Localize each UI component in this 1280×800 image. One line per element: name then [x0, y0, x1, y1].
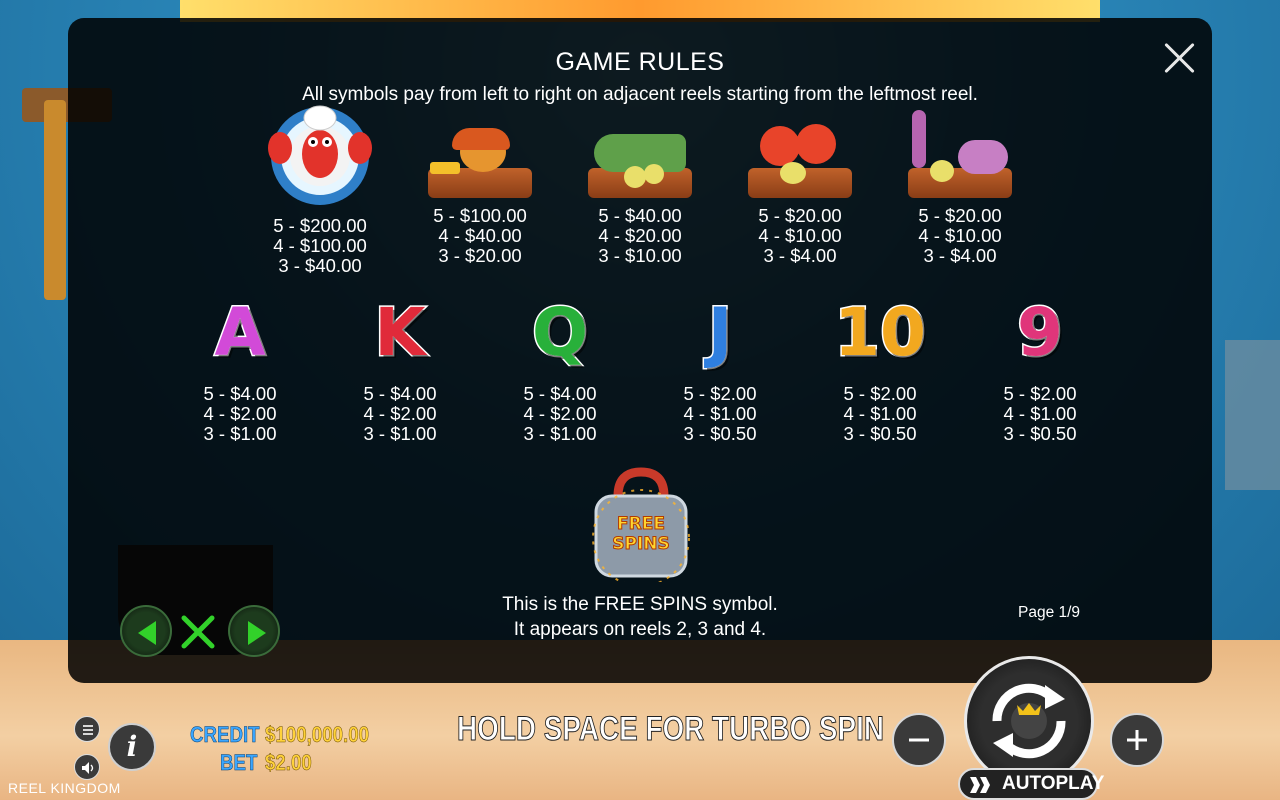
payout-line: 4 - $10.00	[918, 225, 1002, 246]
payout-line: 4 - $40.00	[438, 225, 522, 246]
payout-line: 5 - $2.00	[843, 383, 917, 404]
payout-line: 5 - $20.00	[758, 205, 842, 226]
credit-label: CREDIT	[190, 722, 260, 748]
fast-forward-icon	[970, 777, 990, 793]
payout-line: 3 - $4.00	[923, 245, 997, 266]
lobster-chef-icon	[264, 96, 376, 208]
payout-line: 3 - $1.00	[203, 423, 277, 444]
payout-line: 3 - $0.50	[1003, 423, 1077, 444]
prev-page-button[interactable]	[120, 605, 172, 657]
payout-line: 3 - $0.50	[683, 423, 757, 444]
payout-line: 4 - $10.00	[758, 225, 842, 246]
free-spins-logo-line: FREE	[617, 514, 666, 535]
turbo-spin-hint: HOLD SPACE FOR TURBO SPIN	[457, 710, 885, 749]
rules-subtitle: All symbols pay from left to right on ad…	[302, 84, 978, 105]
arrow-right-icon	[248, 621, 266, 645]
payout-line: 4 - $20.00	[598, 225, 682, 246]
symbol-card-crab-burger: 5 - $100.00 4 - $40.00 3 - $20.00	[415, 110, 545, 266]
letter-a-icon: A	[213, 293, 267, 373]
symbol-card-q: Q 5 - $4.00 4 - $2.00 3 - $1.00	[500, 290, 620, 444]
info-button[interactable]: i	[108, 723, 156, 771]
crab-burger-icon	[424, 110, 536, 200]
spin-arrows-icon	[992, 683, 1066, 759]
next-page-button[interactable]	[228, 605, 280, 657]
payout-line: 4 - $1.00	[1003, 403, 1077, 424]
symbol-card-shrimp: 5 - $20.00 4 - $10.00 3 - $4.00	[735, 110, 865, 266]
autoplay-button[interactable]: AUTOPLAY	[958, 768, 1104, 800]
letter-q-icon: Q	[530, 293, 589, 373]
payout-line: 4 - $2.00	[363, 403, 437, 424]
info-icon: i	[126, 730, 138, 763]
background-sandcastle	[1225, 340, 1280, 490]
letter-k-icon: K	[373, 293, 427, 373]
payout-line: 5 - $4.00	[523, 383, 597, 404]
payout-line: 4 - $1.00	[843, 403, 917, 424]
payout-line: 5 - $2.00	[683, 383, 757, 404]
payout-line: 3 - $0.50	[843, 423, 917, 444]
letter-j-icon: J	[706, 293, 734, 373]
payout-line: 4 - $1.00	[683, 403, 757, 424]
symbol-card-a: A 5 - $4.00 4 - $2.00 3 - $1.00	[180, 290, 300, 444]
payout-line: 5 - $4.00	[203, 383, 277, 404]
symbol-card-k: K 5 - $4.00 4 - $2.00 3 - $1.00	[340, 290, 460, 444]
symbol-card-9: 9 5 - $2.00 4 - $1.00 3 - $0.50	[980, 290, 1100, 444]
payout-line: 3 - $4.00	[763, 245, 837, 266]
shrimp-plate-icon	[744, 110, 856, 200]
plus-icon	[1127, 730, 1147, 750]
payout-line: 4 - $2.00	[203, 403, 277, 424]
symbol-card-fish: 5 - $40.00 4 - $20.00 3 - $10.00	[575, 110, 705, 266]
payout-line: 3 - $10.00	[598, 245, 682, 266]
payout-line: 5 - $20.00	[918, 205, 1002, 226]
increase-bet-button[interactable]	[1110, 713, 1164, 767]
payout-line: 4 - $100.00	[273, 235, 367, 256]
free-spins-logo-line: SPINS	[612, 534, 671, 555]
decrease-bet-button[interactable]	[892, 713, 946, 767]
octopus-plate-icon	[904, 110, 1016, 200]
spin-button[interactable]	[964, 656, 1094, 786]
payout-line: 3 - $1.00	[523, 423, 597, 444]
bet-label: BET	[220, 750, 258, 776]
payout-line: 5 - $40.00	[598, 205, 682, 226]
number-10-icon: 10	[833, 293, 928, 373]
payout-line: 5 - $4.00	[363, 383, 437, 404]
page-indicator: Page 1/9	[1018, 604, 1081, 621]
symbol-card-10: 10 5 - $2.00 4 - $1.00 3 - $0.50	[820, 290, 940, 444]
close-button[interactable]	[1158, 36, 1202, 80]
number-9-icon: 9	[1016, 293, 1065, 373]
free-spins-symbol-icon: FREE SPINS	[586, 466, 696, 582]
credit-value: $100,000.00	[265, 722, 369, 748]
menu-button[interactable]	[74, 716, 100, 742]
speaker-icon	[82, 762, 94, 774]
symbol-card-octopus: 5 - $20.00 4 - $10.00 3 - $4.00	[895, 110, 1025, 266]
free-spins-description: This is the FREE SPINS symbol.	[502, 594, 778, 615]
payout-line: 3 - $1.00	[363, 423, 437, 444]
arrow-left-icon	[138, 621, 156, 645]
symbol-card-lobster: 5 - $200.00 4 - $100.00 3 - $40.00	[255, 96, 385, 276]
symbol-card-j: J 5 - $2.00 4 - $1.00 3 - $0.50	[660, 290, 780, 444]
payout-line: 3 - $40.00	[278, 255, 362, 276]
payout-line: 5 - $2.00	[1003, 383, 1077, 404]
payout-line: 4 - $2.00	[523, 403, 597, 424]
payout-line: 3 - $20.00	[438, 245, 522, 266]
background-wooden-post	[44, 100, 66, 300]
close-rules-icon[interactable]	[178, 614, 218, 650]
hamburger-menu-icon	[83, 725, 93, 735]
brand-logo: REEL KINGDOM	[8, 780, 121, 796]
payout-line: 5 - $200.00	[273, 215, 367, 236]
autoplay-label: AUTOPLAY	[1002, 773, 1105, 794]
bet-value: $2.00	[265, 750, 312, 776]
page-title: GAME RULES	[555, 48, 725, 76]
payout-line: 5 - $100.00	[433, 205, 527, 226]
sound-button[interactable]	[74, 754, 100, 780]
fish-plate-icon	[584, 110, 696, 200]
minus-icon	[909, 738, 929, 742]
